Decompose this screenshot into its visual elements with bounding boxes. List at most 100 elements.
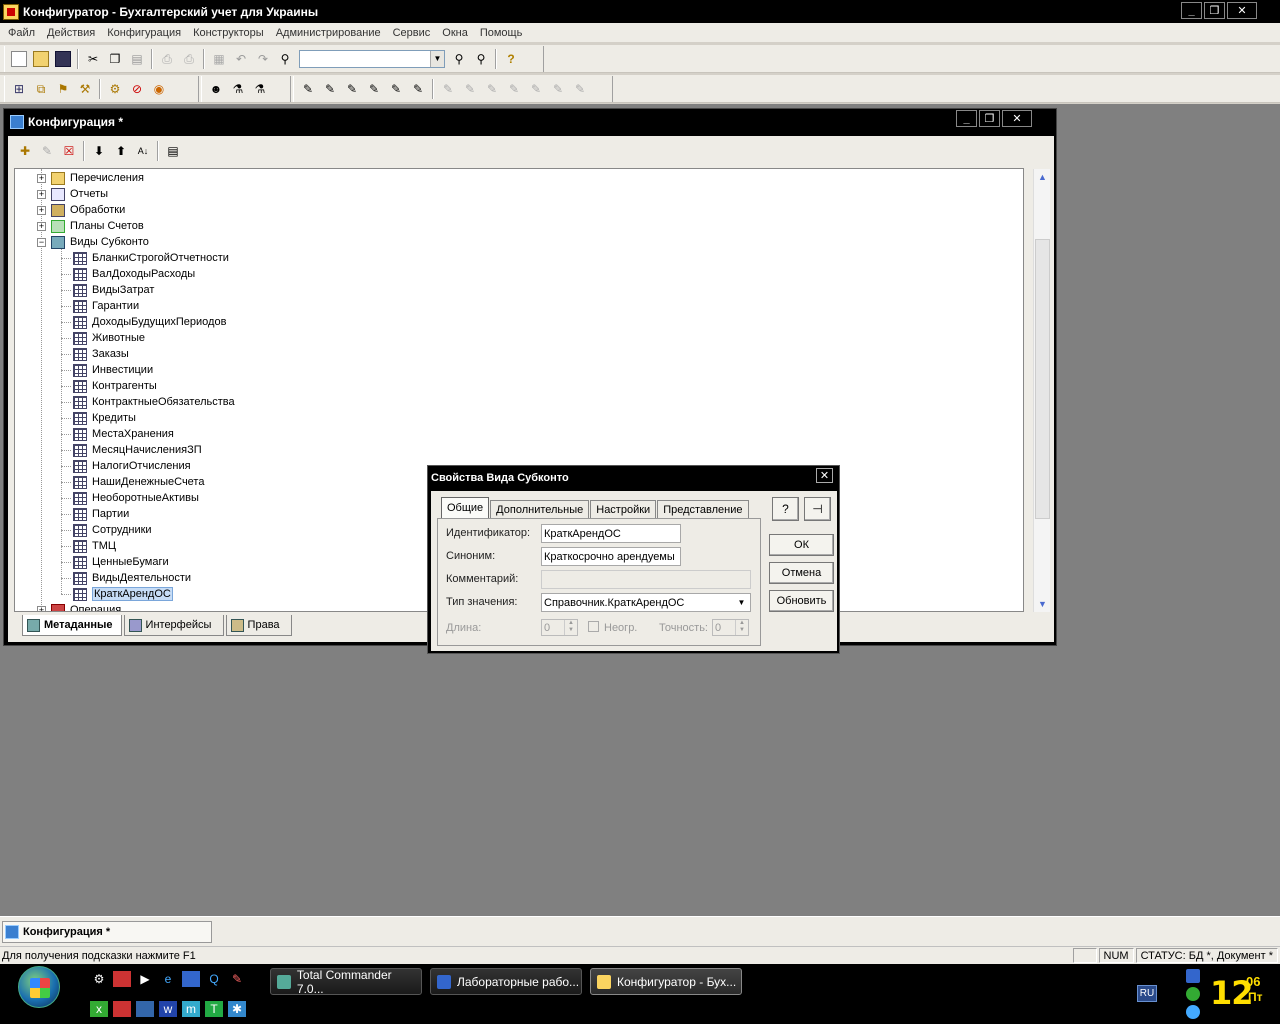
window-list-item-configuration[interactable]: Конфигурация * [2, 921, 212, 943]
tree-node[interactable]: + Планы Счетов [37, 218, 144, 234]
delete-object-icon[interactable]: ☒ [61, 143, 77, 159]
tree-leaf[interactable]: МестаХранения [73, 426, 174, 442]
scroll-down-icon[interactable]: ▼ [1034, 596, 1051, 612]
start-button[interactable] [18, 966, 60, 1008]
help-icon[interactable]: ? [503, 51, 519, 67]
tab-interfaces[interactable]: Интерфейсы [123, 615, 224, 636]
quicklaunch-app-icon[interactable]: ⚙ [90, 971, 108, 987]
tree-leaf[interactable]: ЦенныеБумаги [73, 554, 169, 570]
tree-node[interactable]: + Перечисления [37, 170, 144, 186]
tree-leaf[interactable]: Заказы [73, 346, 129, 362]
new-file-icon[interactable] [11, 50, 27, 67]
expand-icon[interactable]: + [37, 173, 46, 183]
menu-help[interactable]: Помощь [474, 27, 529, 39]
tree-leaf[interactable]: ДоходыБудущихПериодов [73, 314, 226, 330]
print-icon[interactable]: ⎙ [159, 51, 175, 67]
dialog-close-button[interactable]: ✕ [816, 468, 833, 483]
properties-icon[interactable]: ▦ [211, 51, 227, 67]
child-close-button[interactable]: ✕ [1002, 110, 1032, 127]
tab-additional[interactable]: Дополнительные [490, 500, 590, 518]
wizard-3-icon[interactable]: ✎ [344, 81, 360, 97]
menu-windows[interactable]: Окна [436, 27, 474, 39]
quicklaunch-desktop-icon[interactable] [182, 971, 200, 987]
tree-node[interactable]: + Обработки [37, 202, 125, 218]
wizard-6-icon[interactable]: ✎ [410, 81, 426, 97]
scroll-up-icon[interactable]: ▲ [1034, 169, 1051, 185]
config-save-icon[interactable]: ⚑ [55, 81, 71, 97]
tree-leaf[interactable]: БланкиСтрогойОтчетности [73, 250, 229, 266]
edit-object-icon[interactable]: ✎ [39, 143, 55, 159]
save-icon[interactable] [55, 50, 71, 67]
find-prev-icon[interactable]: ⚲ [473, 51, 489, 67]
dialog-help-button[interactable]: ? [772, 497, 799, 521]
chevron-down-icon[interactable]: ▼ [734, 595, 749, 610]
cut-icon[interactable]: ✂ [85, 51, 101, 67]
tree-leaf[interactable]: Сотрудники [73, 522, 152, 538]
config-test-icon[interactable]: ⚙ [107, 81, 123, 97]
menu-service[interactable]: Сервис [387, 27, 437, 39]
scroll-thumb[interactable] [1035, 239, 1050, 519]
network-tray-icon[interactable] [1186, 969, 1200, 983]
redo-icon[interactable]: ↷ [255, 51, 271, 67]
config-window-icon[interactable]: ⊞ [11, 81, 27, 97]
tab-general[interactable]: Общие [441, 497, 490, 518]
tree-leaf[interactable]: Инвестиции [73, 362, 153, 378]
tree-leaf[interactable]: КраткАрендОС [73, 586, 173, 602]
cancel-button[interactable]: Отмена [769, 562, 834, 584]
stop-icon[interactable]: ⊘ [129, 81, 145, 97]
unlimited-checkbox[interactable] [588, 621, 599, 632]
run-enterprise-icon[interactable]: ◉ [151, 81, 167, 97]
config-open-icon[interactable]: ⧉ [33, 81, 49, 97]
debug-icon[interactable]: ⚗ [230, 81, 246, 97]
chevron-down-icon[interactable]: ▼ [430, 50, 444, 67]
dialog-titlebar[interactable]: Свойства Вида Субконто [428, 466, 839, 490]
tree-node[interactable]: + Отчеты [37, 186, 108, 202]
open-folder-icon[interactable] [33, 50, 49, 67]
search-combo[interactable]: ▼ [299, 49, 445, 68]
tree-leaf[interactable]: МесяцНачисленияЗП [73, 442, 202, 458]
wizard-4-icon[interactable]: ✎ [366, 81, 382, 97]
move-up-icon[interactable]: ⬆ [113, 143, 129, 159]
quicklaunch-save-icon[interactable] [113, 971, 131, 987]
precision-spinner[interactable]: 0 ▲ ▼ [712, 619, 749, 636]
restore-button[interactable]: ❐ [1204, 2, 1225, 19]
quicklaunch-folder-icon[interactable] [136, 1001, 154, 1017]
tree-leaf[interactable]: Гарантии [73, 298, 139, 314]
child-maximize-button[interactable]: ❐ [979, 110, 1000, 127]
close-button[interactable]: ✕ [1227, 2, 1257, 19]
language-indicator[interactable]: RU [1137, 985, 1157, 1002]
find-next-icon[interactable]: ⚲ [451, 51, 467, 67]
q-tray-icon[interactable] [1186, 1005, 1200, 1019]
quicklaunch-q-icon[interactable]: Q [205, 971, 223, 987]
expand-icon[interactable]: + [37, 205, 46, 215]
tree-leaf[interactable]: Животные [73, 330, 145, 346]
tree-leaf[interactable]: Партии [73, 506, 129, 522]
quicklaunch-media-icon[interactable]: ▶ [136, 971, 154, 987]
description-icon[interactable]: ▤ [165, 143, 181, 159]
quicklaunch-t-icon[interactable]: T [205, 1001, 223, 1017]
task-total-commander[interactable]: Total Commander 7.0... [270, 968, 422, 996]
quicklaunch-acrobat-icon[interactable] [113, 1001, 131, 1017]
tab-rights[interactable]: Права [225, 615, 292, 636]
quicklaunch-network-icon[interactable]: ✱ [228, 1001, 246, 1017]
expand-icon[interactable]: + [37, 221, 46, 231]
ok-button[interactable]: ОК [769, 534, 834, 556]
tree-leaf[interactable]: ВидыДеятельности [73, 570, 191, 586]
sort-icon[interactable]: A↓ [135, 143, 151, 159]
tree-node[interactable]: + Операция [37, 602, 121, 611]
tree-leaf[interactable]: ВидыЗатрат [73, 282, 154, 298]
dialog-pin-button[interactable]: ⊣ [804, 497, 831, 521]
tree-leaf[interactable]: НалогиОтчисления [73, 458, 191, 474]
undo-icon[interactable]: ↶ [233, 51, 249, 67]
wizard-5-icon[interactable]: ✎ [388, 81, 404, 97]
find-icon[interactable]: ⚲ [277, 51, 293, 67]
identifier-field[interactable]: КраткАрендОС [541, 524, 681, 543]
minimize-button[interactable]: _ [1181, 2, 1202, 19]
paste-icon[interactable]: ▤ [129, 51, 145, 67]
wizard-2-icon[interactable]: ✎ [322, 81, 338, 97]
tree-leaf[interactable]: КонтрактныеОбязательства [73, 394, 235, 410]
tree-leaf[interactable]: НеоборотныеАктивы [73, 490, 199, 506]
expand-icon[interactable]: + [37, 605, 46, 611]
tree-leaf[interactable]: Кредиты [73, 410, 136, 426]
tree-leaf[interactable]: ТМЦ [73, 538, 116, 554]
